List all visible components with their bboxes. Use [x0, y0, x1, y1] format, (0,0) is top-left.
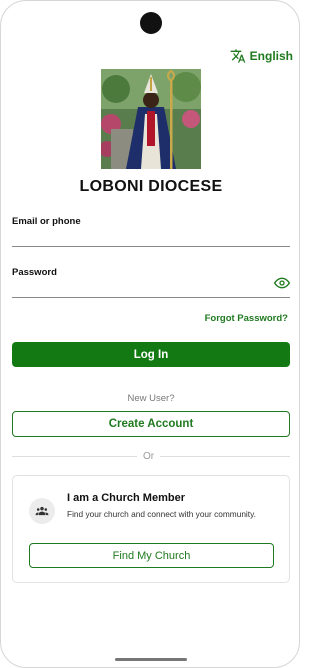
create-account-button[interactable]: Create Account	[12, 411, 290, 437]
language-selector[interactable]: English	[230, 47, 293, 65]
new-user-text: New User?	[127, 393, 175, 404]
find-my-church-button[interactable]: Find My Church	[29, 543, 274, 568]
home-indicator[interactable]	[115, 658, 187, 661]
organization-name: LOBONI DIOCESE	[79, 178, 223, 195]
card-title: I am a Church Member	[67, 492, 185, 504]
or-divider: Or	[12, 449, 290, 463]
organization-photo	[101, 69, 201, 169]
phone-frame: English LOBONI DIOCESE Email or phone Pa…	[0, 0, 300, 668]
login-button[interactable]: Log In	[12, 342, 290, 367]
church-member-card: I am a Church Member Find your church an…	[12, 475, 290, 583]
card-description: Find your church and connect with your c…	[67, 509, 256, 519]
divider-line-left	[12, 455, 137, 457]
eye-icon[interactable]	[274, 275, 290, 291]
camera-notch	[140, 12, 162, 34]
password-field[interactable]	[12, 276, 290, 298]
divider-line-right	[160, 455, 290, 457]
divider-text: Or	[143, 450, 155, 462]
forgot-password-link[interactable]: Forgot Password?	[205, 313, 288, 324]
translate-icon	[230, 49, 245, 63]
language-label: English	[249, 49, 293, 63]
people-icon	[29, 498, 55, 524]
email-field[interactable]	[12, 225, 290, 247]
